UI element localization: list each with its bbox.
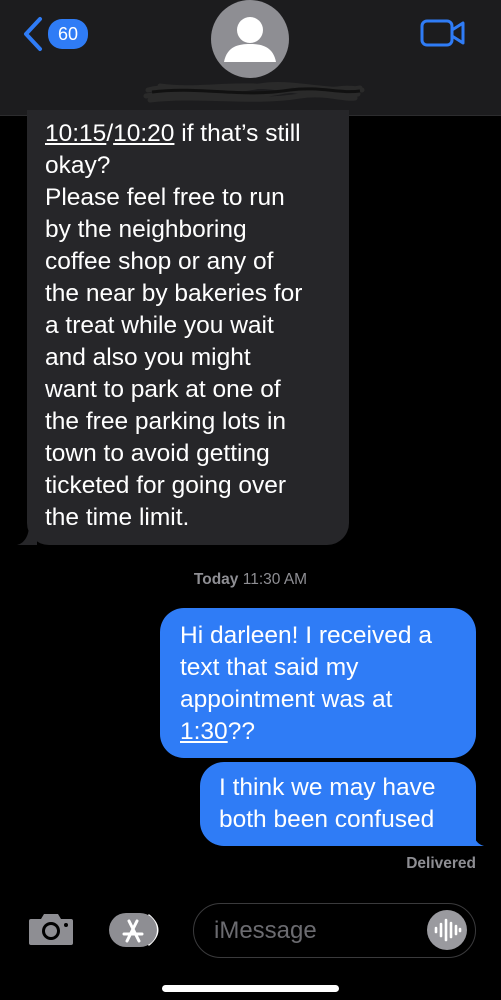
time-link-1015[interactable]: 10:15 [45, 120, 106, 147]
redacted-contact-name[interactable] [140, 78, 365, 106]
person-icon [224, 17, 276, 62]
video-camera-icon [420, 19, 465, 47]
chevron-left-icon [24, 17, 42, 51]
delivery-status: Delivered [406, 855, 476, 872]
camera-button[interactable] [27, 911, 75, 952]
incoming-message-body: okay? Please feel free to run by the nei… [45, 152, 303, 531]
unread-count-badge: 60 [48, 19, 89, 49]
outgoing-message-text: Hi darleen! I received a text that said … [180, 622, 432, 745]
app-store-icon [109, 913, 159, 947]
time-link-1020[interactable]: 10:20 [113, 120, 174, 147]
waveform-icon [434, 918, 462, 942]
conversation-header: 60 [0, 0, 501, 116]
message-timestamp: Today 11:30 AM [193, 571, 308, 588]
incoming-message-text: 10:15/10:20 if that’s still okay? Please… [45, 120, 303, 531]
outgoing-message-bubble[interactable]: Hi darleen! I received a text that said … [160, 608, 476, 758]
message-input-placeholder: iMessage [214, 917, 317, 944]
time-link-130[interactable]: 1:30 [180, 718, 228, 745]
audio-message-button[interactable] [427, 910, 467, 950]
contact-avatar[interactable] [211, 0, 289, 78]
camera-icon [29, 914, 73, 945]
home-indicator[interactable] [162, 985, 339, 992]
back-button[interactable]: 60 [22, 14, 89, 54]
outgoing-message-bubble[interactable]: I think we may have both been confused [200, 762, 484, 846]
app-store-button[interactable] [109, 912, 169, 953]
bubble-tail [464, 826, 484, 846]
bubble-tail [17, 525, 37, 545]
video-call-button[interactable] [420, 18, 466, 53]
outgoing-message-text: I think we may have both been confused [219, 774, 436, 833]
